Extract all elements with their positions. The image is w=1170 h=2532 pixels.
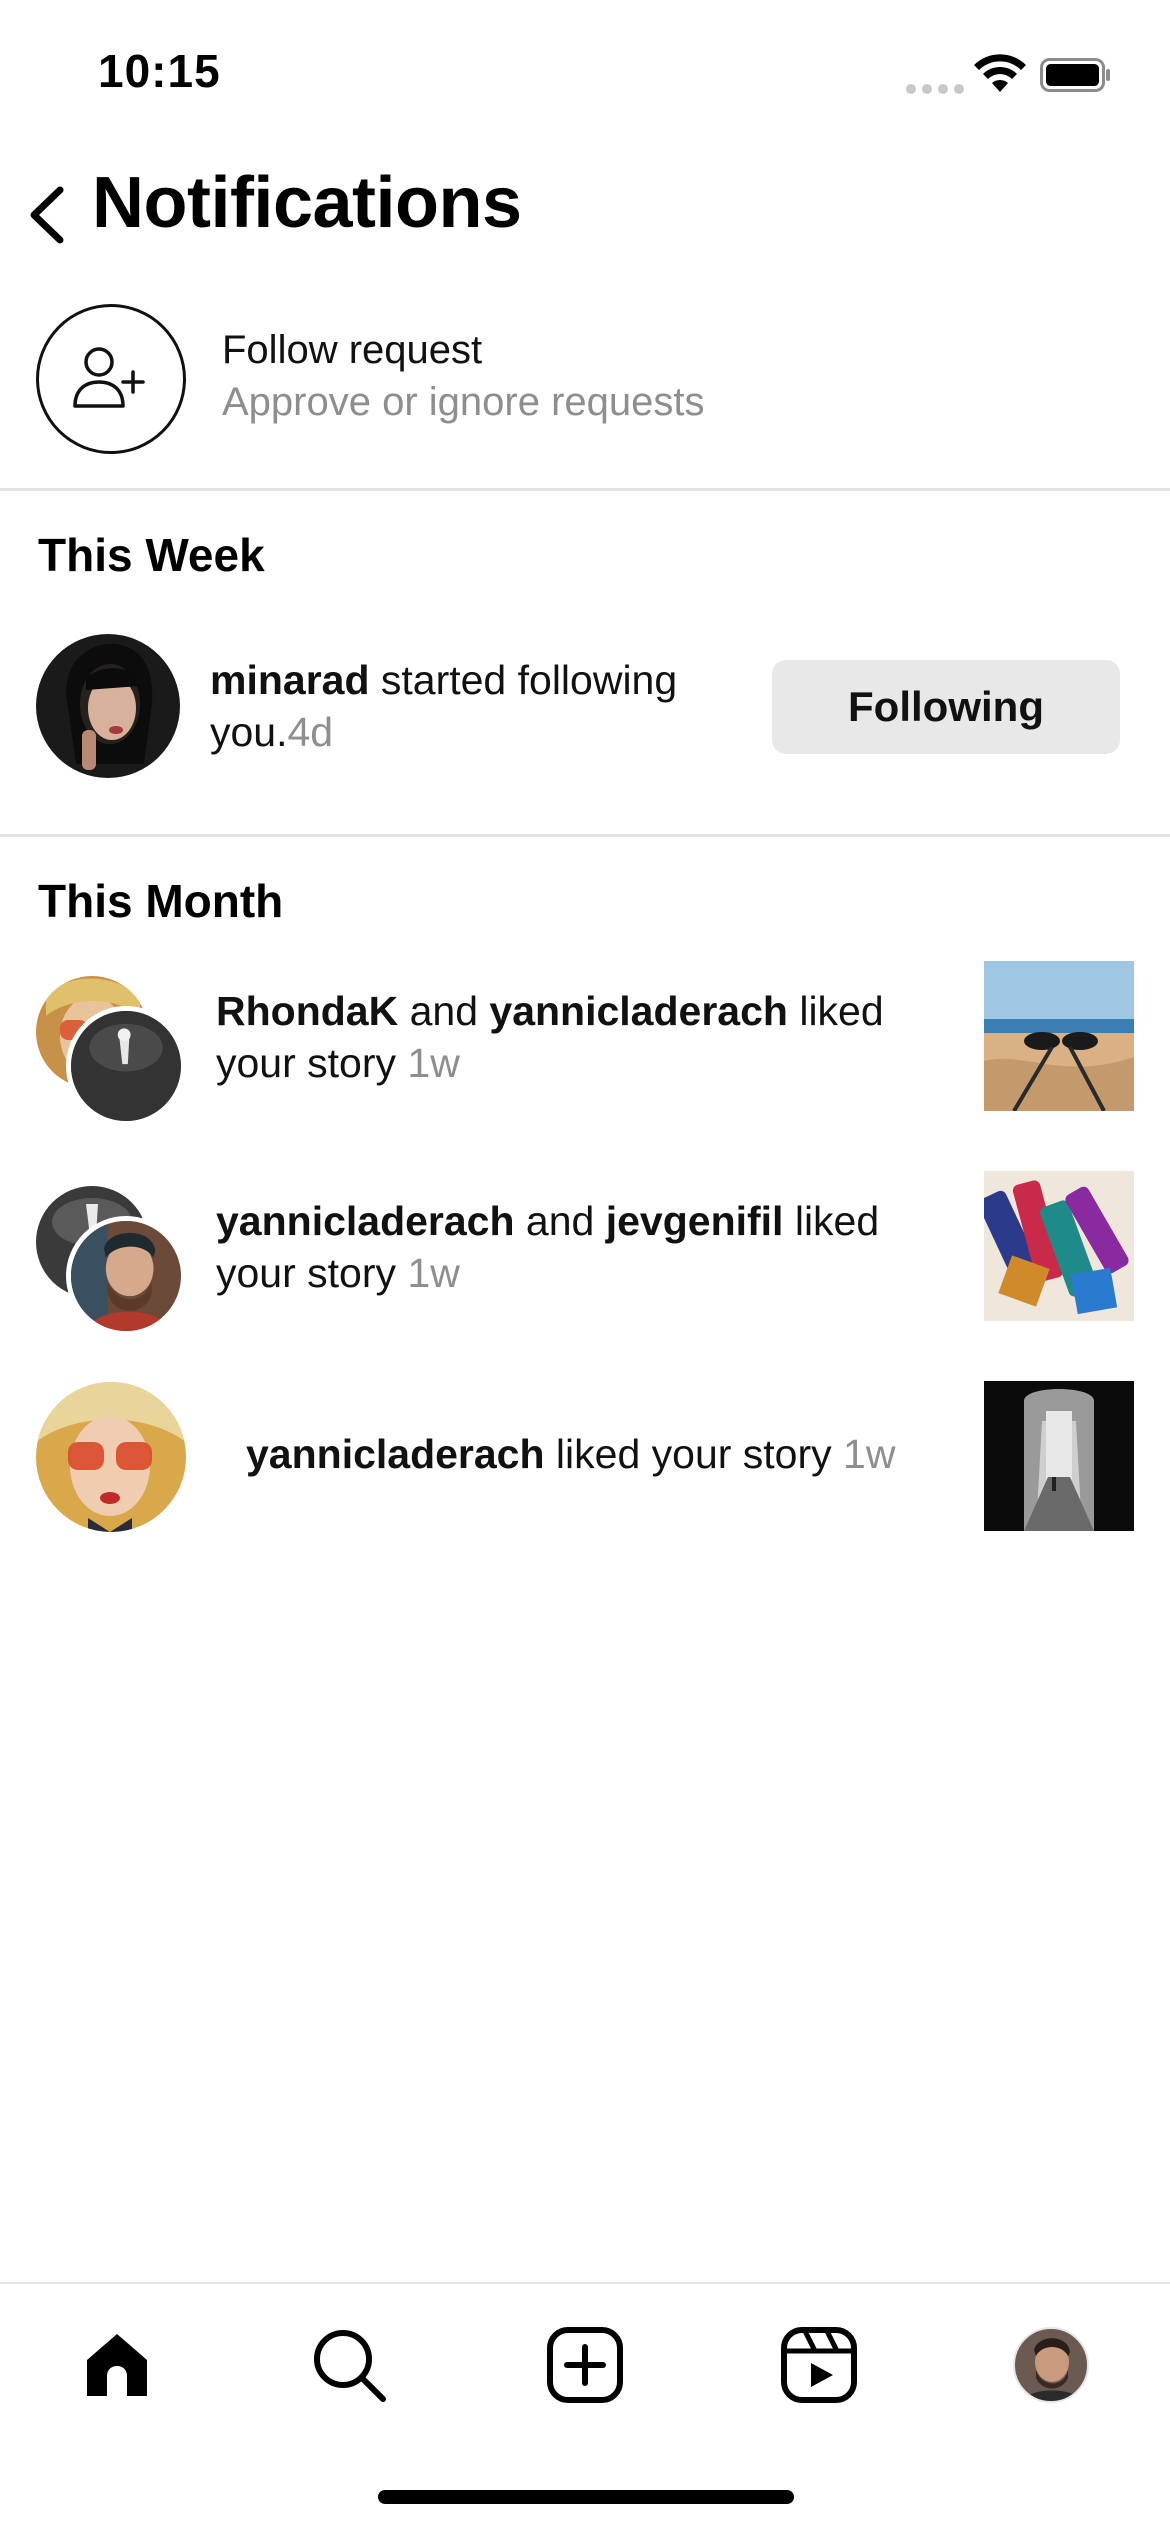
follow-request-row[interactable]: Follow request Approve or ignore request… — [0, 298, 1170, 458]
username-link[interactable]: jevgenifil — [606, 1198, 784, 1244]
section-title-this-month: This Month — [38, 875, 284, 927]
username-link[interactable]: yannicladerach — [246, 1431, 545, 1477]
timestamp: 1w — [843, 1431, 896, 1477]
header: Notifications — [0, 150, 1170, 270]
story-thumbnail-alley[interactable] — [984, 1381, 1134, 1531]
avatar-yannicladerach[interactable] — [66, 1006, 186, 1126]
username-link[interactable]: RhondaK — [216, 988, 398, 1034]
status-bar: 10:15 — [0, 0, 1170, 150]
username-link[interactable]: yannicladerach — [489, 988, 788, 1034]
home-indicator — [378, 2490, 794, 2504]
divider — [0, 488, 1170, 491]
avatar-minarad[interactable] — [36, 634, 180, 778]
notif-text-follow: minarad started following you.4d — [210, 657, 678, 755]
story-thumbnail-sunglasses[interactable] — [984, 961, 1134, 1111]
timestamp: 1w — [407, 1250, 460, 1296]
section-title-this-week: This Week — [38, 529, 265, 581]
avatar-yannicladerach[interactable] — [36, 1382, 186, 1532]
avatar-jevgenifil[interactable] — [66, 1216, 186, 1336]
username-link[interactable]: yannicladerach — [216, 1198, 515, 1244]
search-icon[interactable] — [304, 2320, 394, 2410]
cellular-signal-icon — [906, 84, 964, 94]
follow-request-title: Follow request — [222, 328, 483, 372]
timestamp: 4d — [287, 709, 334, 755]
wifi-icon — [974, 54, 1026, 92]
battery-icon — [1040, 58, 1110, 92]
timestamp: 1w — [407, 1040, 460, 1086]
following-button[interactable]: Following — [772, 660, 1120, 754]
profile-avatar[interactable] — [1006, 2320, 1096, 2410]
story-thumbnail-brushes[interactable] — [984, 1171, 1134, 1321]
page-title: Notifications — [92, 163, 522, 243]
new-post-icon[interactable] — [540, 2320, 630, 2410]
reels-icon[interactable] — [774, 2320, 864, 2410]
add-person-icon — [73, 347, 145, 408]
notif-text-like-3: yannicladerach liked your story 1w — [246, 1431, 896, 1477]
status-time: 10:15 — [98, 45, 221, 97]
follow-request-circle — [36, 304, 186, 454]
back-chevron-icon[interactable] — [22, 180, 72, 250]
home-icon[interactable] — [72, 2320, 162, 2410]
follow-request-subtitle: Approve or ignore requests — [222, 380, 705, 424]
divider — [0, 834, 1170, 837]
notif-text-like-1: RhondaK and yannicladerach liked your st… — [216, 988, 884, 1086]
notif-text-like-2: yannicladerach and jevgenifil liked your… — [216, 1198, 880, 1296]
username-link[interactable]: minarad — [210, 657, 370, 703]
